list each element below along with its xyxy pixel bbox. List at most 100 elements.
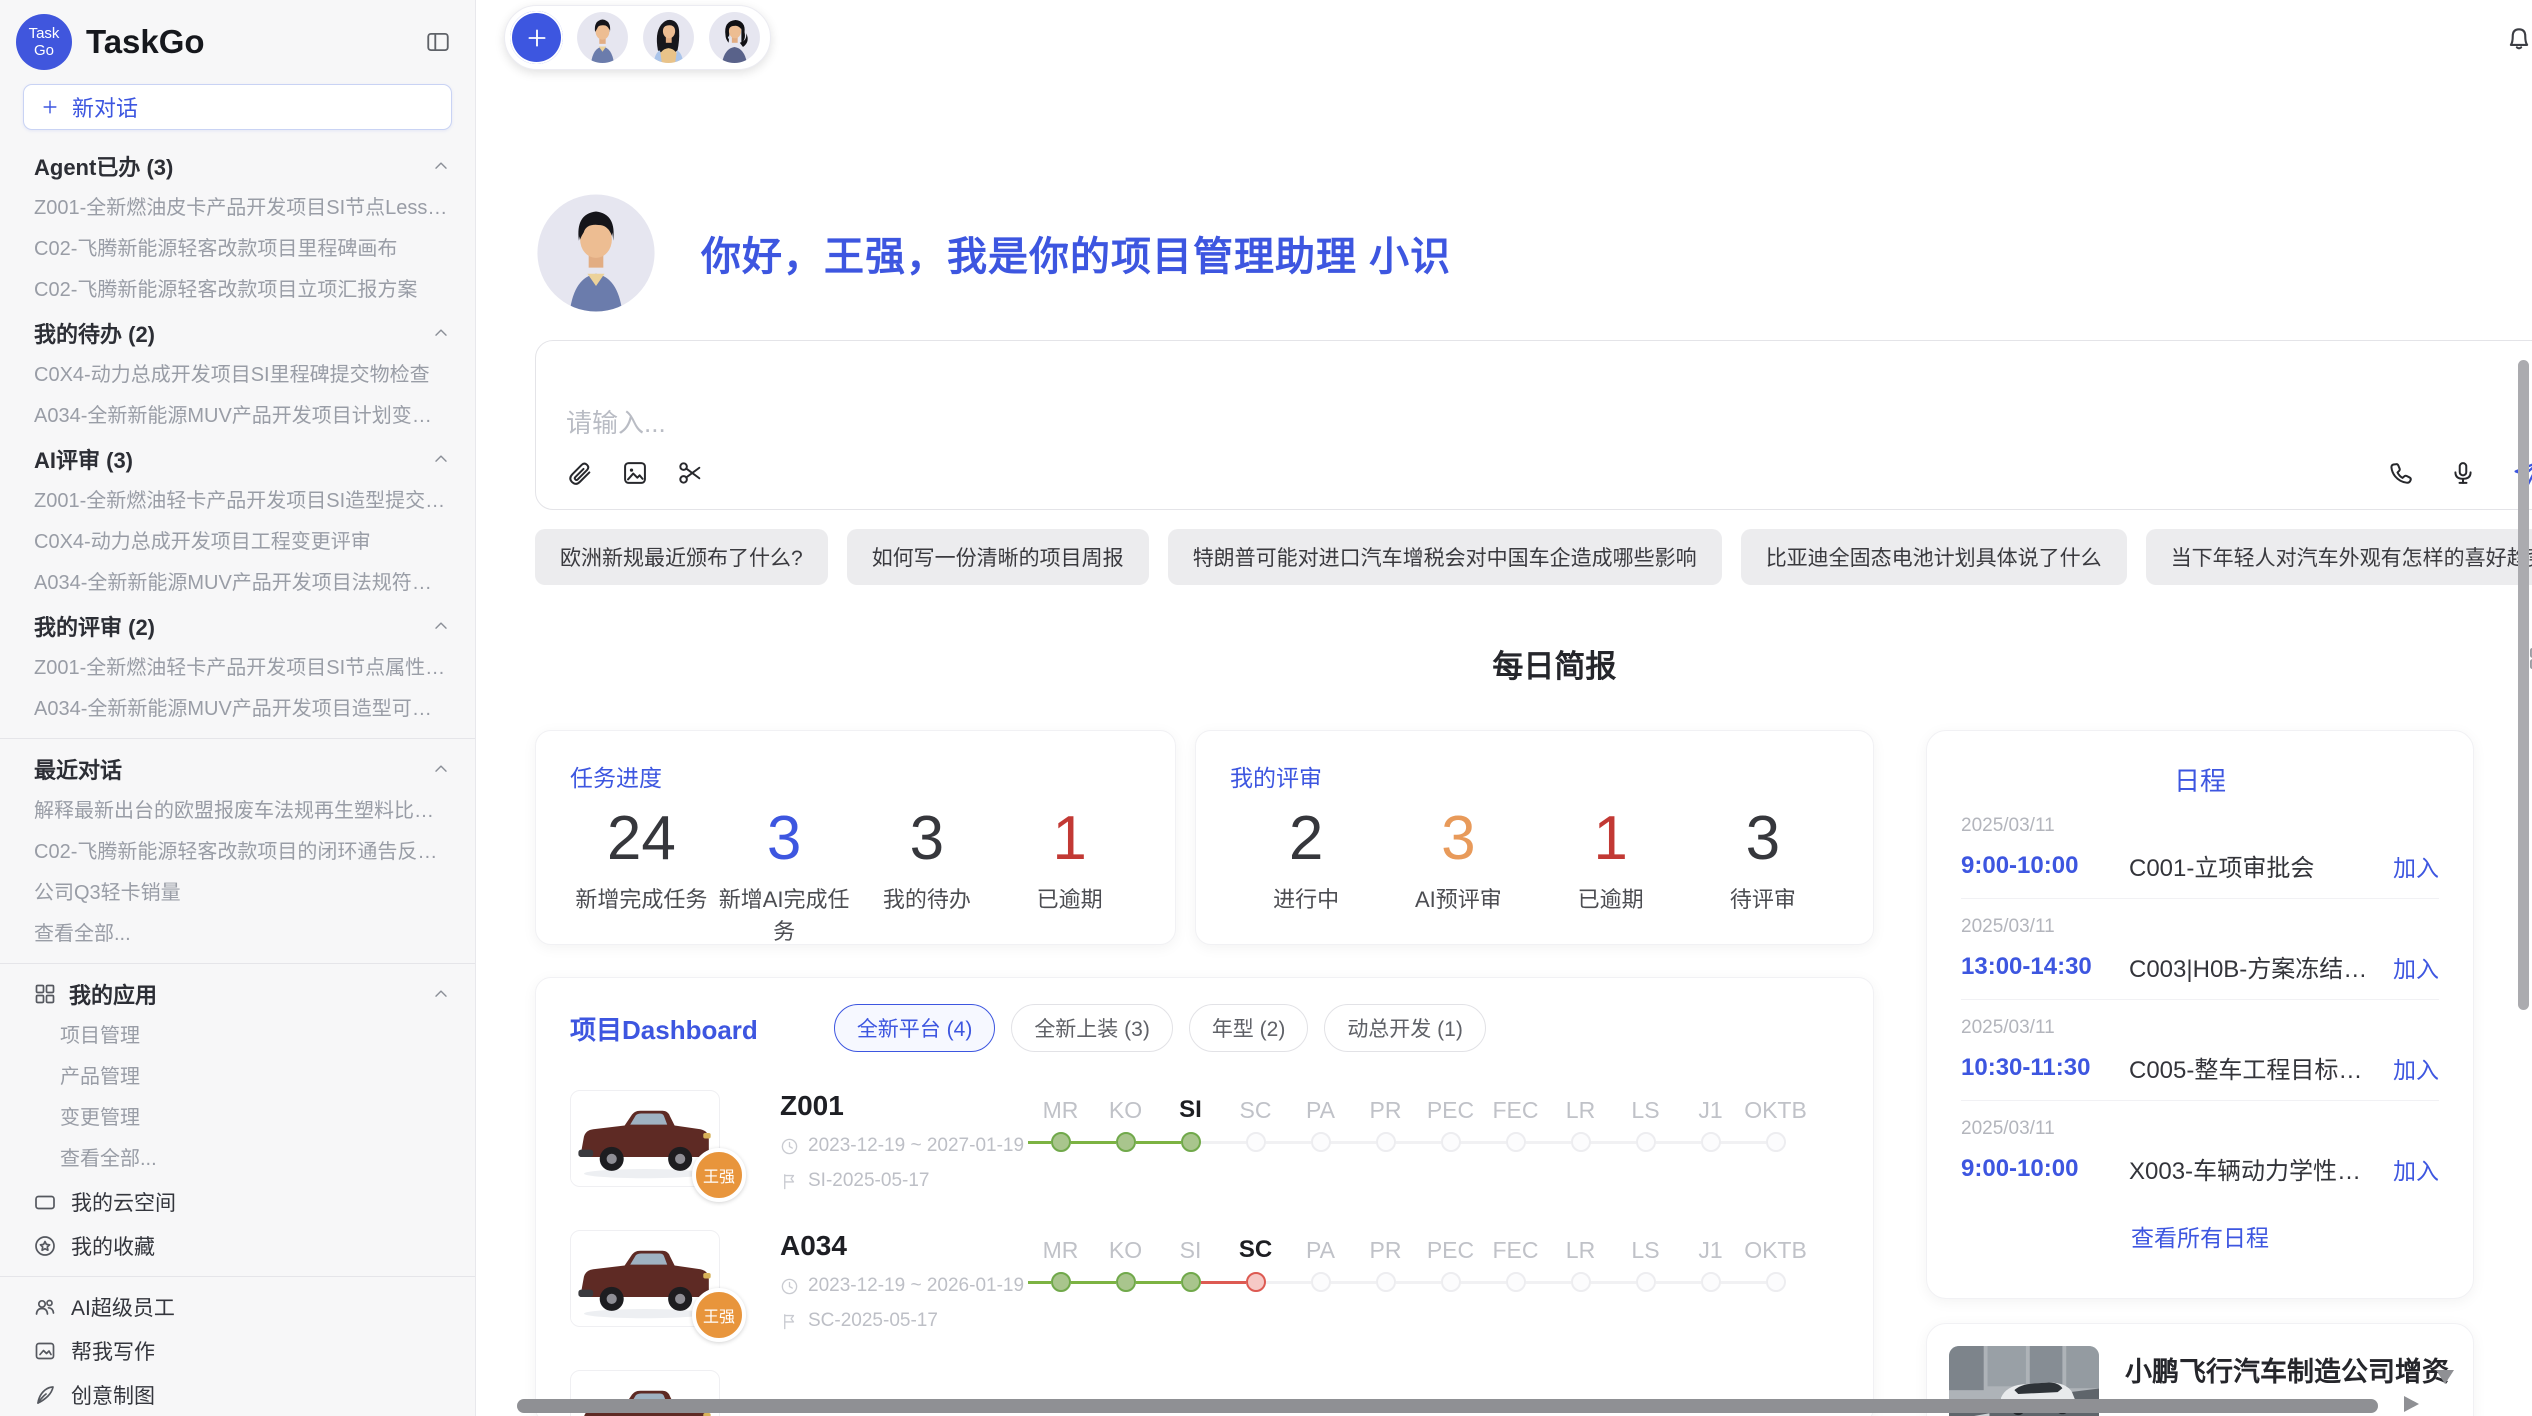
event-row: 10:30-11:30C005-整车工程目标评审加入 — [1961, 1050, 2439, 1085]
milestone-segment — [1483, 1281, 1506, 1284]
right-column: 日程 2025/03/119:00-10:00C001-立项审批会加入2025/… — [1926, 730, 2474, 1416]
collapse-sidebar-icon[interactable] — [425, 29, 451, 55]
assistant-avatar-1[interactable] — [576, 11, 629, 64]
sidebar-section-header-2[interactable]: AI评审 (3) — [0, 437, 475, 481]
milestone-node[interactable] — [1441, 1272, 1461, 1292]
milestone-node[interactable] — [1181, 1132, 1201, 1152]
milestone-node[interactable] — [1246, 1272, 1266, 1292]
recent-chat-item[interactable]: 公司Q3轻卡销量 — [0, 873, 475, 914]
sidebar-task-item[interactable]: Z001-全新燃油皮卡产品开发项目SI节点Lesson Learn报告 — [0, 188, 475, 229]
milestone-node[interactable] — [1506, 1272, 1526, 1292]
voice-call-icon[interactable] — [2387, 459, 2415, 487]
milestone-node[interactable] — [1571, 1272, 1591, 1292]
milestone-segment — [1136, 1281, 1159, 1284]
event-join-link[interactable]: 加入 — [2393, 950, 2439, 984]
sidebar-recent-header[interactable]: 最近对话 — [0, 747, 475, 791]
milestone-node[interactable] — [1571, 1132, 1591, 1152]
milestone-node[interactable] — [1181, 1272, 1201, 1292]
recent-chat-item[interactable]: 解释最新出台的欧盟报废车法规再生塑料比例被调至15%... — [0, 791, 475, 832]
milestone-node[interactable] — [1311, 1132, 1331, 1152]
view-all-schedule-link[interactable]: 查看所有日程 — [1961, 1219, 2439, 1253]
sidebar-section-header-0[interactable]: Agent已办 (3) — [0, 144, 475, 188]
milestone-node[interactable] — [1636, 1132, 1656, 1152]
project-image-wrap: 王强 — [570, 1230, 720, 1332]
event-date: 2025/03/11 — [1961, 1118, 2439, 1140]
milestone-node[interactable] — [1311, 1272, 1331, 1292]
notifications-bell-icon[interactable] — [2504, 23, 2532, 53]
sidebar-task-item[interactable]: A034-全新新能源MUV产品开发项目计划变更表编写 — [0, 396, 475, 437]
new-chat-button[interactable]: 新对话 — [23, 84, 452, 130]
screenshot-scissors-icon[interactable] — [676, 459, 704, 487]
attachment-icon[interactable] — [566, 459, 594, 487]
milestone-segment — [1028, 1141, 1051, 1144]
milestone-label: SI — [1158, 1234, 1223, 1270]
suggestion-chip[interactable]: 当下年轻人对汽车外观有怎样的喜好趋势 — [2146, 529, 2532, 585]
milestone-node[interactable] — [1376, 1272, 1396, 1292]
sidebar-tool-item[interactable]: 创意制图 — [0, 1373, 475, 1416]
sidebar-tool-item[interactable]: 帮我写作 — [0, 1329, 475, 1373]
event-date: 2025/03/11 — [1961, 1017, 2439, 1039]
stat-card-title: 我的评审 — [1230, 759, 1839, 793]
milestone-segment — [1093, 1281, 1116, 1284]
recent-chat-item[interactable]: 查看全部... — [0, 914, 475, 955]
sidebar-task-item[interactable]: Z001-全新燃油轻卡产品开发项目SI节点属性5D文件评审 — [0, 648, 475, 689]
event-join-link[interactable]: 加入 — [2393, 849, 2439, 883]
sidebar-task-item[interactable]: A034-全新新能源MUV产品开发项目造型可行性评审 — [0, 689, 475, 730]
event-row: 9:00-10:00X003-车辆动力学性能验...加入 — [1961, 1151, 2439, 1186]
app-item[interactable]: 产品管理 — [0, 1057, 475, 1098]
sidebar-section-header-3[interactable]: 我的评审 (2) — [0, 604, 475, 648]
sidebar-task-item[interactable]: A034-全新新能源MUV产品开发项目法规符合性评审 — [0, 563, 475, 604]
sidebar-my-apps-header[interactable]: 我的应用 — [0, 972, 475, 1016]
suggestion-chip[interactable]: 如何写一份清晰的项目周报 — [847, 529, 1149, 585]
sidebar-task-item[interactable]: C0X4-动力总成开发项目工程变更评审 — [0, 522, 475, 563]
stat-item: 24新增完成任务 — [570, 803, 713, 946]
sidebar-item-star[interactable]: 我的收藏 — [0, 1224, 475, 1268]
event-join-link[interactable]: 加入 — [2393, 1051, 2439, 1085]
recent-chat-item[interactable]: C02-飞腾新能源轻客改款项目的闭环通告反馈情况 — [0, 832, 475, 873]
milestone-node[interactable] — [1246, 1132, 1266, 1152]
sidebar-section-header-1[interactable]: 我的待办 (2) — [0, 311, 475, 355]
sidebar-tool-item[interactable]: AI超级员工 — [0, 1285, 475, 1329]
horizontal-scrollbar-thumb[interactable] — [517, 1399, 2378, 1413]
app-item[interactable]: 变更管理 — [0, 1098, 475, 1139]
milestone-node[interactable] — [1441, 1132, 1461, 1152]
milestone-node[interactable] — [1051, 1132, 1071, 1152]
milestone-node[interactable] — [1506, 1132, 1526, 1152]
image-upload-icon[interactable] — [621, 459, 649, 487]
message-composer[interactable]: 请输入... — [535, 340, 2532, 510]
dashboard-tab[interactable]: 全新上装 (3) — [1011, 1004, 1173, 1052]
sidebar-task-item[interactable]: C0X4-动力总成开发项目SI里程碑提交物检查 — [0, 355, 475, 396]
sidebar-task-item[interactable]: Z001-全新燃油轻卡产品开发项目SI造型提交物评审 — [0, 481, 475, 522]
milestone-node[interactable] — [1766, 1132, 1786, 1152]
milestone-node[interactable] — [1701, 1132, 1721, 1152]
sidebar-task-item[interactable]: C02-飞腾新能源轻客改款项目里程碑画布 — [0, 229, 475, 270]
vertical-scrollbar-thumb[interactable] — [2518, 360, 2529, 1010]
scroll-right-arrow[interactable] — [2404, 1396, 2419, 1412]
suggestion-chip[interactable]: 欧洲新规最近颁布了什么? — [535, 529, 828, 585]
dashboard-tab[interactable]: 全新平台 (4) — [834, 1004, 996, 1052]
schedule-events: 2025/03/119:00-10:00C001-立项审批会加入2025/03/… — [1961, 798, 2439, 1201]
milestone-node[interactable] — [1376, 1132, 1396, 1152]
composer-toolbar — [566, 457, 2532, 489]
sidebar-item-cloud[interactable]: 我的云空间 — [0, 1180, 475, 1224]
sidebar-task-item[interactable]: C02-飞腾新能源轻客改款项目立项汇报方案 — [0, 270, 475, 311]
event-join-link[interactable]: 加入 — [2393, 1152, 2439, 1186]
milestone-node[interactable] — [1116, 1132, 1136, 1152]
milestone-node[interactable] — [1701, 1272, 1721, 1292]
dashboard-tab[interactable]: 动总开发 (1) — [1324, 1004, 1486, 1052]
suggestion-chip[interactable]: 特朗普可能对进口汽车增税会对中国车企造成哪些影响 — [1168, 529, 1722, 585]
app-item[interactable]: 查看全部... — [0, 1139, 475, 1180]
milestone-node[interactable] — [1766, 1272, 1786, 1292]
milestone-node[interactable] — [1051, 1272, 1071, 1292]
assistant-avatar-2[interactable] — [642, 11, 695, 64]
microphone-icon[interactable] — [2449, 459, 2477, 487]
milestone-node[interactable] — [1636, 1272, 1656, 1292]
add-assistant-button[interactable] — [510, 11, 563, 64]
dashboard-tab[interactable]: 年型 (2) — [1189, 1004, 1309, 1052]
scroll-down-arrow[interactable] — [2436, 1370, 2454, 1384]
assistant-avatar-3[interactable] — [708, 11, 761, 64]
suggestion-chip[interactable]: 比亚迪全固态电池计划具体说了什么 — [1741, 529, 2127, 585]
stat-item: 1已逾期 — [998, 803, 1141, 946]
app-item[interactable]: 项目管理 — [0, 1016, 475, 1057]
milestone-node[interactable] — [1116, 1272, 1136, 1292]
